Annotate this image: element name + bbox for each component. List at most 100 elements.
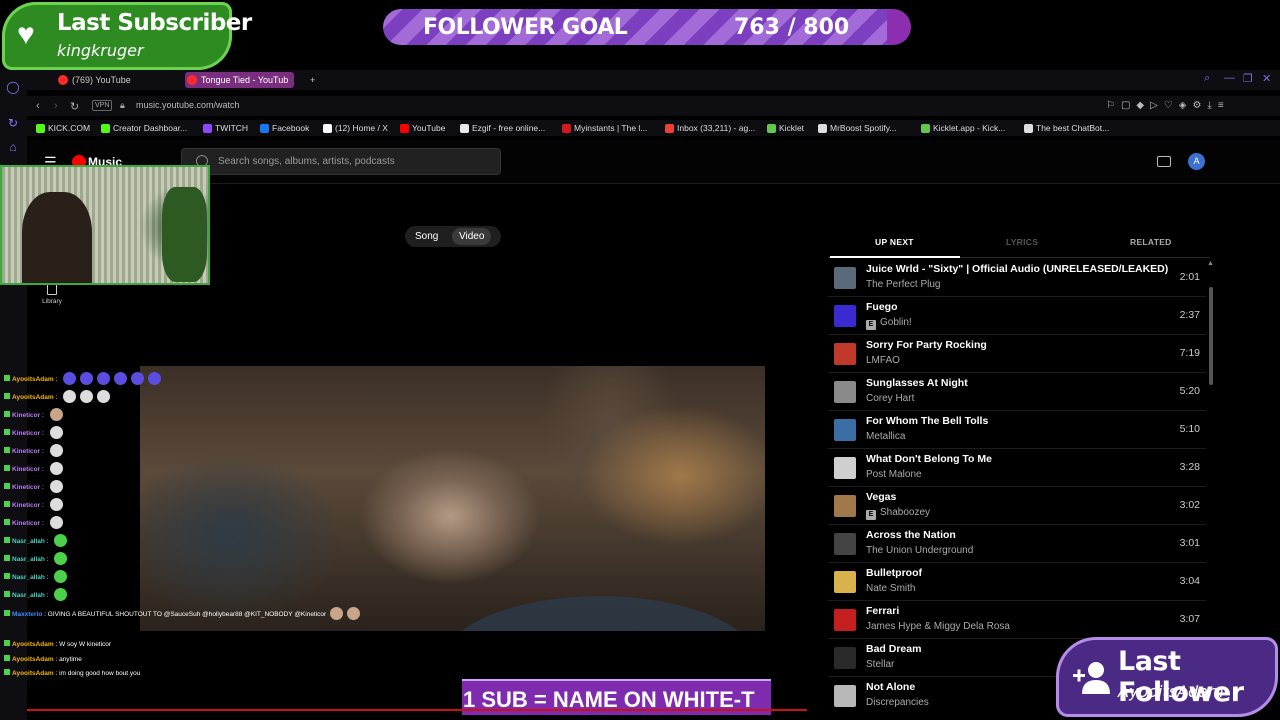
bookmark-favicon-icon <box>400 124 409 133</box>
tab-up-next[interactable]: UP NEXT <box>875 237 914 247</box>
bookmark-favicon-icon <box>1024 124 1033 133</box>
bookmark-item[interactable]: The best ChatBot... <box>1024 123 1109 133</box>
track-artist-line: James Hype & Miggy Dela Rosa <box>866 621 1010 632</box>
tab-0[interactable]: (769) YouTube <box>56 72 131 88</box>
track-artist-line: LMFAO <box>866 355 900 366</box>
bookmark-label: YouTube <box>412 123 446 133</box>
track-title: Not Alone <box>866 681 916 693</box>
refresh-sidebar-icon[interactable]: ↻ <box>6 116 20 130</box>
search-tabs-icon[interactable]: ⌕ <box>1204 72 1210 85</box>
track-duration: 3:28 <box>1179 461 1200 473</box>
playback-progress[interactable] <box>27 709 807 711</box>
cast-icon[interactable] <box>1157 156 1171 167</box>
list-item[interactable]: Ferrari James Hype & Miggy Dela Rosa 3:07 <box>828 601 1206 639</box>
bookmark-label: TWITCH <box>215 123 249 133</box>
bookmark-favicon-icon <box>818 124 827 133</box>
chat-message: Maxxterio : GIVING A BEAUTIFUL SHOUTOUT … <box>4 607 361 620</box>
list-item[interactable]: Vegas E Shaboozey 3:02 <box>828 487 1206 525</box>
search-box[interactable] <box>181 148 501 175</box>
track-thumbnail <box>834 571 856 593</box>
track-thumbnail <box>834 685 856 707</box>
song-video-toggle[interactable]: Song Video <box>405 226 501 247</box>
list-item[interactable]: Sorry For Party Rocking LMFAO 7:19 <box>828 335 1206 373</box>
chat-badge-icon <box>4 591 10 597</box>
track-artist-line: Nate Smith <box>866 583 915 594</box>
bookmark-label: Inbox (33,211) - ag... <box>677 123 756 133</box>
scroll-up-icon[interactable]: ▲ <box>1207 260 1214 267</box>
close-icon[interactable]: ✕ <box>1262 72 1271 85</box>
chat-emote-icon <box>54 588 68 601</box>
track-duration: 2:37 <box>1179 309 1200 321</box>
bookmark-item[interactable]: (12) Home / X <box>323 123 388 133</box>
url-field[interactable]: music.youtube.com/watch <box>136 100 240 110</box>
tab-lyrics[interactable]: LYRICS <box>1006 237 1038 247</box>
toggle-song[interactable]: Song <box>408 228 445 245</box>
maximize-icon[interactable]: ❐ <box>1243 72 1253 85</box>
list-item[interactable]: Sunglasses At Night Corey Hart 5:20 <box>828 373 1206 411</box>
search-input[interactable] <box>218 149 488 174</box>
chat-emote-icon <box>49 516 63 529</box>
queue-scrollbar[interactable] <box>1209 287 1213 385</box>
tab-label: (769) YouTube <box>72 75 131 85</box>
bookmark-item[interactable]: Facebook <box>260 123 309 133</box>
list-item[interactable]: Bulletproof Nate Smith 3:04 <box>828 563 1206 601</box>
track-artist: Post Malone <box>866 469 922 480</box>
tab-1[interactable]: Tongue Tied - YouTub <box>185 72 295 88</box>
list-item[interactable]: For Whom The Bell Tolls Metallica 5:10 <box>828 411 1206 449</box>
track-thumbnail <box>834 381 856 403</box>
chat-emote-icon <box>80 390 94 403</box>
add-user-icon <box>1073 662 1110 694</box>
list-item[interactable]: Juice Wrld - "Sixty" | Official Audio (U… <box>828 259 1206 297</box>
track-title: Vegas <box>866 491 897 503</box>
bookmark-item[interactable]: MrBoost Spotify... <box>818 123 896 133</box>
bookmark-label: Kicklet.app - Kick... <box>933 123 1006 133</box>
bookmark-item[interactable]: Inbox (33,211) - ag... <box>665 123 755 133</box>
bookmark-item[interactable]: Ezgif - free online... <box>460 123 545 133</box>
bookmark-item[interactable]: Kicklet.app - Kick... <box>921 123 1005 133</box>
track-artist: Nate Smith <box>866 583 916 594</box>
chat-username: Kineticor <box>12 448 41 455</box>
list-item[interactable]: Fuego E Goblin! 2:37 <box>828 297 1206 335</box>
chat-separator: : <box>44 538 51 545</box>
avatar[interactable]: A <box>1188 153 1205 170</box>
reload-icon[interactable]: ↻ <box>70 100 79 113</box>
chat-emote-icon <box>148 372 162 385</box>
track-artist-line: Metallica <box>866 431 905 442</box>
vpn-badge[interactable]: VPN <box>92 100 113 111</box>
minimize-icon[interactable]: — <box>1224 72 1235 84</box>
back-icon[interactable]: ‹ <box>36 100 40 112</box>
chat-badge-icon <box>4 375 10 381</box>
bookmark-item[interactable]: Kicklet <box>767 123 804 133</box>
chat-badge-icon <box>4 411 10 417</box>
track-artist: The Union Underground <box>866 545 974 556</box>
sidebar-item-library[interactable]: Library <box>40 284 64 305</box>
webcam-overlay <box>0 165 210 285</box>
chat-badge-icon <box>4 573 10 579</box>
chat-emote-icon <box>49 444 63 457</box>
bookmark-item[interactable]: Creator Dashboar... <box>101 123 187 133</box>
list-item[interactable]: Across the Nation The Union Underground 3:… <box>828 525 1206 563</box>
bookmark-item[interactable]: Myinstants | The l... <box>562 123 647 133</box>
workspace-icon[interactable]: ⌂ <box>6 140 20 154</box>
track-title: Sorry For Party Rocking <box>866 339 987 351</box>
chat-emote-icon <box>97 390 111 403</box>
bookmark-item[interactable]: KICK.COM <box>36 123 90 133</box>
tab-related[interactable]: RELATED <box>1130 237 1172 247</box>
list-item[interactable]: What Don't Belong To Me Post Malone 3:28 <box>828 449 1206 487</box>
opera-icon[interactable]: ◯ <box>6 80 20 94</box>
chat-emote-icon <box>63 372 77 385</box>
chat-emote-icon <box>80 372 94 385</box>
streamer-figure <box>22 192 92 283</box>
last-subscriber-title: Last Subscriber <box>57 10 252 36</box>
chat-username: Maxxterio <box>12 611 43 618</box>
toggle-video[interactable]: Video <box>452 228 492 245</box>
chat-separator: : <box>40 430 46 437</box>
track-artist-line: Discrepancies <box>866 697 929 708</box>
track-title: For Whom The Bell Tolls <box>866 415 989 427</box>
address-bar-actions[interactable]: ⚐▢◆▷♡◈⚙⤓≡ <box>1106 100 1230 111</box>
forward-icon[interactable]: › <box>54 100 58 112</box>
new-tab-button[interactable]: + <box>300 72 315 88</box>
bookmark-item[interactable]: YouTube <box>400 123 445 133</box>
track-title: Bad Dream <box>866 643 922 655</box>
bookmark-item[interactable]: TWITCH <box>203 123 248 133</box>
